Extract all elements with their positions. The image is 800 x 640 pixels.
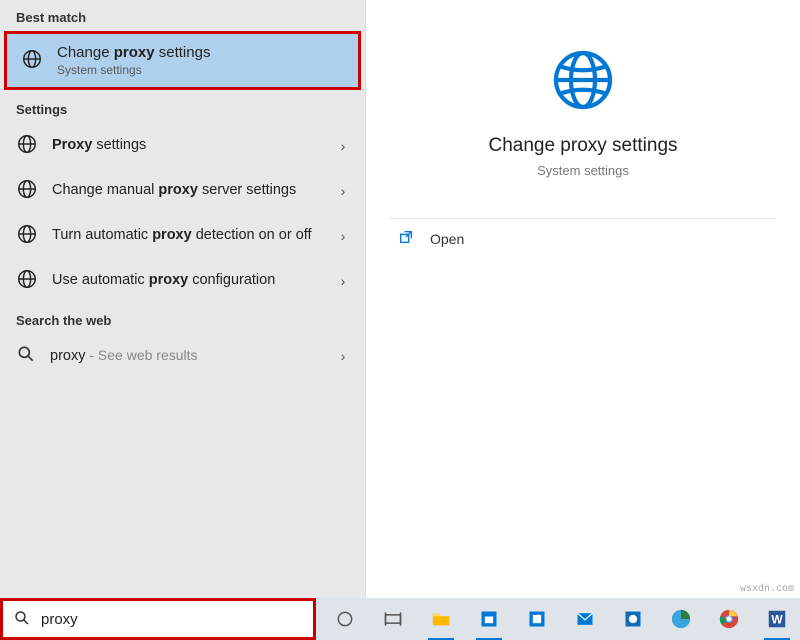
globe-icon bbox=[16, 178, 38, 203]
taskbar: W bbox=[0, 598, 800, 640]
search-icon bbox=[16, 344, 36, 367]
taskbar-app-icon[interactable] bbox=[610, 598, 656, 640]
chevron-right-icon[interactable]: › bbox=[335, 348, 351, 364]
taskbar-edge-icon[interactable] bbox=[658, 598, 704, 640]
open-icon bbox=[398, 229, 414, 248]
section-header-best-match: Best match bbox=[0, 0, 365, 31]
open-action[interactable]: Open bbox=[390, 218, 776, 258]
settings-result-auto-detection[interactable]: Turn automatic proxy detection on or off… bbox=[0, 213, 365, 258]
chevron-right-icon[interactable]: › bbox=[335, 138, 351, 154]
web-search-result[interactable]: proxy - See web results › bbox=[0, 334, 365, 377]
settings-result-manual-proxy[interactable]: Change manual proxy server settings › bbox=[0, 168, 365, 213]
section-header-web: Search the web bbox=[0, 303, 365, 334]
globe-icon bbox=[16, 133, 38, 158]
preview-subtitle: System settings bbox=[537, 163, 629, 178]
best-match-text: Change proxy settings System settings bbox=[57, 44, 210, 77]
search-input[interactable] bbox=[41, 611, 303, 628]
globe-icon bbox=[16, 268, 38, 293]
settings-result-proxy-settings[interactable]: Proxy settings › bbox=[0, 123, 365, 168]
taskbar-task-view-icon[interactable] bbox=[370, 598, 416, 640]
watermark: wsxdn.com bbox=[740, 583, 794, 594]
taskbar-app-icon[interactable] bbox=[466, 598, 512, 640]
open-label: Open bbox=[430, 231, 464, 247]
taskbar-file-explorer-icon[interactable] bbox=[418, 598, 464, 640]
search-icon bbox=[13, 609, 31, 630]
search-results-panel: Best match Change proxy settings System … bbox=[0, 0, 366, 598]
taskbar-mail-icon[interactable] bbox=[562, 598, 608, 640]
taskbar-app-icon[interactable] bbox=[514, 598, 560, 640]
chevron-right-icon[interactable]: › bbox=[335, 228, 351, 244]
taskbar-word-icon[interactable]: W bbox=[754, 598, 800, 640]
preview-panel: Change proxy settings System settings Op… bbox=[366, 0, 800, 598]
preview-title: Change proxy settings bbox=[488, 135, 677, 157]
taskbar-chrome-icon[interactable] bbox=[706, 598, 752, 640]
settings-result-auto-config[interactable]: Use automatic proxy configuration › bbox=[0, 258, 365, 303]
preview-globe-icon bbox=[547, 44, 619, 119]
globe-icon bbox=[21, 48, 43, 73]
chevron-right-icon[interactable]: › bbox=[335, 273, 351, 289]
section-header-settings: Settings bbox=[0, 92, 365, 123]
best-match-result[interactable]: Change proxy settings System settings bbox=[4, 31, 361, 90]
taskbar-search-box[interactable] bbox=[0, 598, 316, 640]
svg-text:W: W bbox=[771, 613, 783, 627]
chevron-right-icon[interactable]: › bbox=[335, 183, 351, 199]
globe-icon bbox=[16, 223, 38, 248]
taskbar-cortana-icon[interactable] bbox=[322, 598, 368, 640]
